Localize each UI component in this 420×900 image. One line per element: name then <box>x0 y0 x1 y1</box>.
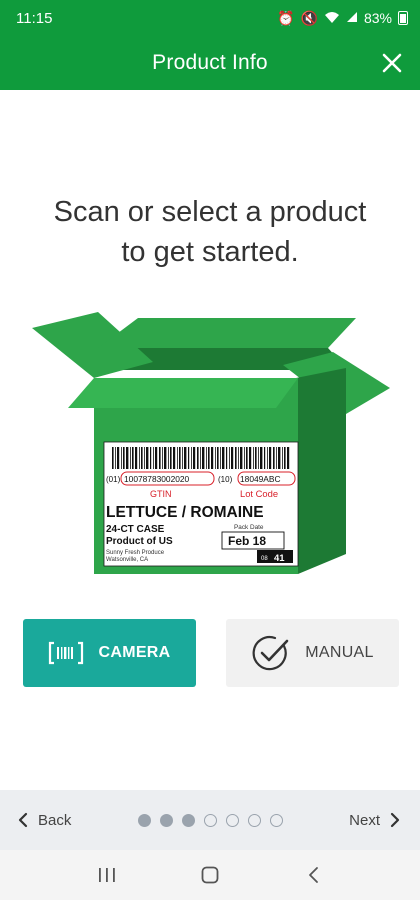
camera-button[interactable]: CAMERA <box>23 619 196 687</box>
home-button[interactable] <box>190 855 230 895</box>
product-box-illustration: (01) 10078783002020 (10) 18049ABC GTIN L… <box>32 312 390 574</box>
barcode-scan-icon <box>49 641 84 665</box>
company-text: Sunny Fresh Produce <box>106 550 165 556</box>
recent-apps-button[interactable] <box>87 855 127 895</box>
app-bar: Product Info <box>0 36 420 90</box>
close-icon <box>382 53 402 73</box>
lot-value: 18049ABC <box>240 474 281 484</box>
status-time: 11:15 <box>16 9 53 27</box>
system-back-button[interactable] <box>293 855 333 895</box>
wifi-icon <box>324 11 340 26</box>
step-dot <box>269 813 283 827</box>
lot-prefix: (10) <box>218 475 233 484</box>
location-text: Watsonville, CA <box>106 557 148 563</box>
qty-prefix: 08 <box>261 556 268 562</box>
manual-button-label: MANUAL <box>305 644 374 661</box>
get-started-prompt: Scan or select a product to get started. <box>0 192 420 272</box>
gtin-prefix: (01) <box>106 475 121 484</box>
lot-caption: Lot Code <box>240 488 278 499</box>
prompt-line-2: to get started. <box>121 236 299 268</box>
chevron-left-icon <box>18 812 28 828</box>
gtin-caption: GTIN <box>150 489 172 499</box>
product-name: LETTUCE / ROMAINE <box>106 504 264 521</box>
gtin-value: 10078783002020 <box>124 474 190 484</box>
page-title: Product Info <box>152 51 268 74</box>
back-button[interactable]: Back <box>18 812 71 829</box>
status-icons: ⏰ 🔇 83% <box>277 11 408 26</box>
mute-icon: 🔇 <box>300 10 318 26</box>
checkmark-circle-icon <box>252 636 289 671</box>
qty-value: 41 <box>274 553 285 564</box>
camera-button-label: CAMERA <box>98 644 171 661</box>
origin-text: Product of US <box>106 536 173 547</box>
pack-date-caption: Pack Date <box>234 524 264 531</box>
step-dot <box>159 813 173 827</box>
alarm-icon: ⏰ <box>277 10 295 26</box>
battery-icon <box>398 11 408 25</box>
next-label: Next <box>349 811 380 829</box>
signal-icon <box>346 11 358 25</box>
manual-button[interactable]: MANUAL <box>226 619 399 687</box>
step-dot <box>225 813 239 827</box>
step-pager: Back Next <box>0 790 420 850</box>
step-dot <box>247 813 261 827</box>
home-icon <box>201 866 219 884</box>
close-button[interactable] <box>374 45 410 81</box>
next-button[interactable]: Next <box>349 812 400 829</box>
prompt-line-1: Scan or select a product <box>53 196 367 228</box>
step-dot <box>181 813 195 827</box>
step-indicator <box>137 813 283 827</box>
back-label: Back <box>38 811 72 829</box>
recent-apps-icon <box>98 868 115 882</box>
system-nav-bar <box>0 850 420 900</box>
case-text: 24-CT CASE <box>106 524 165 535</box>
step-dot <box>137 813 151 827</box>
step-dot <box>203 813 217 827</box>
chevron-right-icon <box>390 812 400 828</box>
pack-date: Feb 18 <box>228 534 266 548</box>
status-bar: 11:15 ⏰ 🔇 83% <box>0 0 420 36</box>
battery-percent: 83% <box>363 10 392 26</box>
back-arrow-icon <box>309 867 319 883</box>
